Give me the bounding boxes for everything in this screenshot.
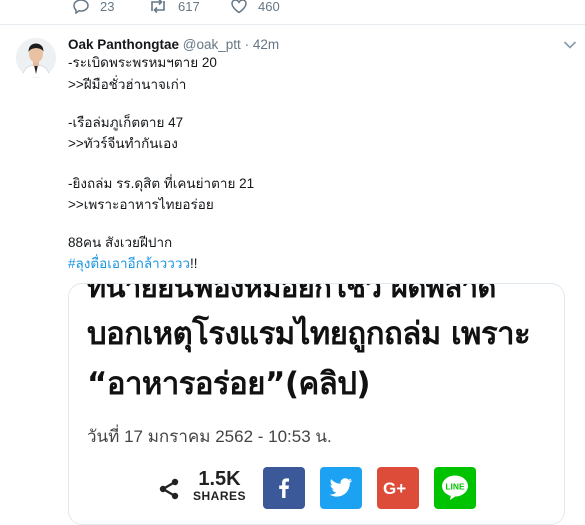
facebook-share-button[interactable] bbox=[263, 467, 305, 509]
share-count-label: SHARES bbox=[193, 489, 247, 503]
hashtag-suffix: !! bbox=[190, 256, 198, 271]
svg-text:LINE: LINE bbox=[445, 482, 465, 492]
chevron-down-icon[interactable] bbox=[563, 40, 577, 50]
previous-tweet-actions: 23 617 460 bbox=[0, 0, 585, 22]
tweet-timestamp[interactable]: 42m bbox=[253, 37, 279, 52]
tweet-line: -ยิงถล่ม รร.ดุสิต ที่เคนย่าตาย 21 bbox=[68, 176, 255, 191]
article-date: วันที่ 17 มกราคม 2562 - 10:53 น. bbox=[87, 427, 332, 446]
share-row: 1.5K SHARES G+ LINE bbox=[69, 467, 564, 517]
profile-photo bbox=[16, 38, 56, 78]
tweet-header: Oak Panthongtae @oak_ptt · 42m bbox=[68, 37, 279, 52]
media-card[interactable]: ทนายยื่นฟ้องหมอยกโชว์ ผิดพลาด บอกเหตุโรง… bbox=[68, 283, 565, 525]
tweet-line: >>ทัวร์จีนทำกันเอง bbox=[68, 136, 178, 151]
retweet-count: 617 bbox=[178, 0, 200, 14]
line-share-button[interactable]: LINE bbox=[434, 467, 476, 509]
author-name[interactable]: Oak Panthongtae bbox=[68, 37, 179, 52]
header-separator: · bbox=[244, 37, 250, 52]
reply-count: 23 bbox=[100, 0, 115, 14]
hashtag-link[interactable]: #ลุงตื่อเอาอีกล้าวววว bbox=[68, 256, 190, 271]
like-count: 460 bbox=[258, 0, 280, 14]
tweet-line: -เรือล่มภูเก็ตตาย 47 bbox=[68, 115, 184, 130]
headline-line-2: “อาหารอร่อย”(คลิป) bbox=[87, 366, 371, 402]
google-plus-share-button[interactable]: G+ bbox=[377, 467, 419, 509]
retweet-action[interactable]: 617 bbox=[148, 0, 200, 14]
twitter-bird-icon bbox=[329, 478, 352, 497]
headline-partial: ทนายยื่นฟ้องหมอยกโชว์ ผิดพลาด bbox=[87, 283, 496, 304]
avatar[interactable] bbox=[16, 38, 56, 78]
tweet-line: >>เพราะอาหารไทยอร่อย bbox=[68, 197, 214, 212]
reply-icon bbox=[73, 0, 89, 14]
google-plus-icon: G+ bbox=[383, 479, 406, 497]
share-count: 1.5K SHARES bbox=[193, 469, 246, 503]
like-action[interactable]: 460 bbox=[230, 0, 280, 14]
svg-text:G+: G+ bbox=[383, 479, 406, 497]
tweet-line: >>ฝีมือชั่วฮ่านาจเก่า bbox=[68, 77, 187, 92]
hashtag-line: #ลุงตื่อเอาอีกล้าวววว!! bbox=[68, 256, 198, 272]
facebook-icon bbox=[279, 478, 289, 498]
share-icon bbox=[159, 478, 179, 500]
tweet-line: 88คน สังเวยฝีปาก bbox=[68, 235, 173, 250]
retweet-icon bbox=[151, 0, 165, 14]
line-app-icon: LINE bbox=[442, 475, 468, 500]
reply-action[interactable]: 23 bbox=[72, 0, 114, 14]
tweet-line: -ระเบิดพระพรหมฯตาย 20 bbox=[68, 55, 217, 70]
heart-icon bbox=[231, 0, 247, 14]
tweet-divider bbox=[0, 24, 585, 25]
headline-line-1: บอกเหตุโรงแรมไทยถูกถล่ม เพราะ bbox=[87, 316, 531, 352]
twitter-share-button[interactable] bbox=[320, 467, 362, 509]
author-handle[interactable]: @oak_ptt bbox=[183, 37, 241, 52]
share-count-number: 1.5K bbox=[198, 468, 241, 490]
